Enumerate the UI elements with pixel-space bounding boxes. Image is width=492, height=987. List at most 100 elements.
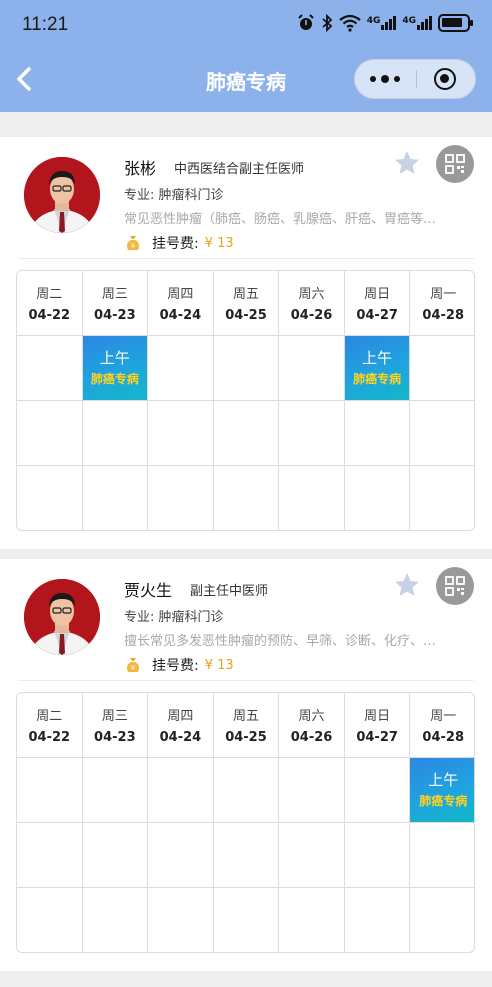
weekday-label: 周六 xyxy=(298,287,325,302)
schedule-cell xyxy=(279,823,344,888)
schedule-cell xyxy=(148,336,213,401)
more-icon[interactable] xyxy=(355,60,415,98)
close-mini-program-icon[interactable] xyxy=(434,68,456,90)
day-header: 周四 04-24 xyxy=(148,693,213,758)
schedule-cell xyxy=(213,758,279,823)
favorite-star-icon[interactable] xyxy=(393,149,421,177)
doctor-name: 贾火生 xyxy=(124,581,173,600)
weekday-label: 周日 xyxy=(364,709,391,724)
network-type-label: 4G xyxy=(366,16,381,26)
weekday-label: 周一 xyxy=(430,287,457,302)
schedule-day-column: 周日 04-27 xyxy=(344,693,411,952)
wifi-icon xyxy=(339,14,361,32)
day-header: 周五 04-25 xyxy=(213,693,279,758)
date-label: 04-27 xyxy=(356,308,398,323)
weekday-label: 周四 xyxy=(167,287,194,302)
slot-clinic-label: 肺癌专病 xyxy=(90,372,139,386)
schedule-cell xyxy=(82,758,148,823)
day-header: 周三 04-23 xyxy=(82,271,148,336)
date-label: 04-25 xyxy=(225,730,267,745)
schedule-cell xyxy=(344,401,410,466)
card-divider xyxy=(18,680,474,681)
schedule-day-column: 周六 04-26 xyxy=(279,693,345,952)
appointment-slot[interactable]: 上午 肺癌专病 xyxy=(82,336,148,400)
schedule-cell xyxy=(148,401,213,466)
capsule-divider xyxy=(416,70,417,88)
schedule-day-column: 周六 04-26 xyxy=(279,271,345,530)
date-label: 04-27 xyxy=(356,730,398,745)
date-label: 04-23 xyxy=(94,730,136,745)
schedule-cell xyxy=(213,401,279,466)
fee-value: ¥ 13 xyxy=(204,657,234,673)
schedule-day-column: 周日 04-27 上午 肺癌专病 xyxy=(344,271,411,530)
fee-row: ¥ 挂号费: ¥ 13 xyxy=(124,655,234,675)
status-bar: 11:21 4G 4G xyxy=(0,0,492,50)
doctor-title: 中西医结合副主任医师 xyxy=(174,162,305,177)
date-label: 04-22 xyxy=(28,730,71,745)
schedule-cell xyxy=(82,401,148,466)
schedule-cell xyxy=(279,466,344,530)
schedule-cell xyxy=(148,888,213,952)
appointment-slot[interactable]: 上午 肺癌专病 xyxy=(410,758,474,822)
date-label: 04-26 xyxy=(290,308,333,323)
weekday-label: 周日 xyxy=(364,287,391,302)
doctor-card: 张彬 中西医结合副主任医师 专业: 肿瘤科门诊 常见恶性肿瘤（肺癌、肠癌、乳腺癌… xyxy=(0,137,492,549)
qr-code-icon[interactable] xyxy=(436,145,474,183)
day-header: 周一 04-28 xyxy=(410,271,474,336)
schedule-cell xyxy=(410,823,474,888)
weekday-label: 周六 xyxy=(298,709,325,724)
day-header: 周二 04-22 xyxy=(17,693,82,758)
status-time: 11:21 xyxy=(22,14,69,35)
qr-code-icon[interactable] xyxy=(436,567,474,605)
date-label: 04-24 xyxy=(159,730,202,745)
slot-clinic-label: 肺癌专病 xyxy=(419,794,468,808)
schedule-cell xyxy=(17,888,82,952)
schedule-cell xyxy=(83,466,148,530)
schedule-cell xyxy=(148,758,213,823)
appointment-slot[interactable]: 上午 肺癌专病 xyxy=(344,336,410,400)
fee-row: ¥ 挂号费: ¥ 13 xyxy=(124,233,234,253)
doctor-specialty: 专业: 肿瘤科门诊 xyxy=(124,610,224,625)
schedule-cell xyxy=(214,466,279,530)
doctor-card: 贾火生 副主任中医师 专业: 肿瘤科门诊 擅长常见多发恶性肿瘤的预防、早筛、诊断… xyxy=(0,559,492,971)
schedule-cell xyxy=(279,401,344,466)
app-header: 11:21 4G 4G 肺癌专病 xyxy=(0,0,492,112)
date-label: 04-28 xyxy=(422,308,464,323)
schedule-cell xyxy=(410,401,474,466)
bluetooth-icon xyxy=(322,14,333,32)
doctor-name: 张彬 xyxy=(124,159,157,178)
day-header: 周五 04-25 xyxy=(213,271,279,336)
nav-bar: 肺癌专病 xyxy=(0,50,492,112)
weekday-label: 周五 xyxy=(232,287,259,302)
day-header: 周四 04-24 xyxy=(148,271,213,336)
doctor-specialty: 专业: 肿瘤科门诊 xyxy=(124,188,224,203)
schedule-cell xyxy=(410,466,474,530)
date-label: 04-25 xyxy=(225,308,267,323)
schedule-cell xyxy=(148,823,213,888)
schedule-cell xyxy=(17,466,82,530)
schedule-grid: 周二 04-22 周三 04-23 周四 04-24 周五 04-25 周六 04-26 周日 04-… xyxy=(16,692,475,953)
alarm-icon xyxy=(297,14,314,30)
schedule-cell: 上午 肺癌专病 xyxy=(344,336,410,401)
favorite-star-icon[interactable] xyxy=(393,571,421,599)
svg-text:¥: ¥ xyxy=(131,664,136,672)
day-header: 周日 04-27 xyxy=(344,693,410,758)
date-label: 04-23 xyxy=(94,308,136,323)
weekday-label: 周一 xyxy=(430,709,457,724)
schedule-day-column: 周五 04-25 xyxy=(213,271,280,530)
schedule-grid: 周二 04-22 周三 04-23 上午 肺癌专病 周四 04-24 周五 04-25 周六 04-2… xyxy=(16,270,475,531)
schedule-cell xyxy=(17,336,82,401)
day-header: 周六 04-26 xyxy=(279,271,344,336)
signal-icon: 4G xyxy=(402,16,432,30)
doctor-description: 常见恶性肿瘤（肺癌、肠癌、乳腺癌、肝癌、胃癌等… xyxy=(124,212,437,227)
money-bag-icon: ¥ xyxy=(127,658,139,672)
schedule-cell xyxy=(344,758,410,823)
weekday-label: 周二 xyxy=(36,287,63,302)
slot-time-label: 上午 xyxy=(362,349,393,367)
date-label: 04-28 xyxy=(422,730,464,745)
schedule-day-column: 周二 04-22 xyxy=(17,271,83,530)
schedule-day-column: 周一 04-28 上午肺癌专病 xyxy=(410,693,474,952)
slot-time-label: 上午 xyxy=(428,771,459,789)
weekday-label: 周三 xyxy=(101,287,128,302)
doctor-avatar xyxy=(24,579,100,655)
